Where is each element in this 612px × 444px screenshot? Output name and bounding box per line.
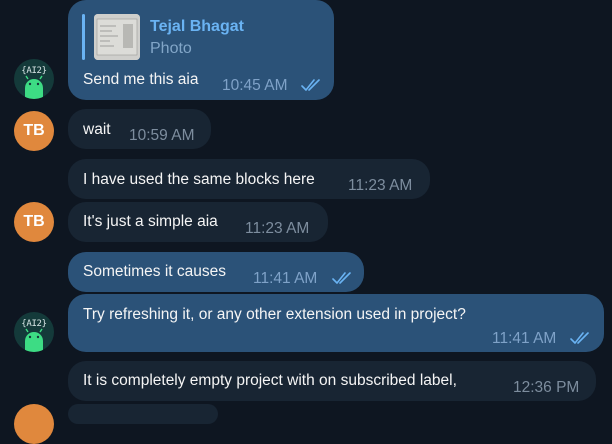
android-robot-icon bbox=[25, 75, 43, 99]
reply-photo-thumbnail[interactable] bbox=[94, 14, 140, 60]
message-timestamp: 11:41 AM bbox=[253, 270, 318, 287]
message-timestamp: 11:23 AM bbox=[245, 220, 310, 237]
message-bubble-incoming[interactable] bbox=[68, 404, 218, 424]
reply-media-label: Photo bbox=[150, 40, 192, 57]
message-bubble-outgoing[interactable]: Sometimes it causes 11:41 AM bbox=[68, 252, 364, 292]
android-robot-icon bbox=[25, 328, 43, 352]
message-timestamp: 12:36 PM bbox=[513, 379, 580, 396]
message-bubble-incoming[interactable]: wait 10:59 AM bbox=[68, 109, 211, 149]
message-timestamp: 10:45 AM bbox=[222, 77, 288, 94]
avatar-tb[interactable]: TB bbox=[14, 111, 54, 151]
avatar-tb[interactable]: TB bbox=[14, 202, 54, 242]
message-text: It's just a simple aia bbox=[83, 213, 218, 230]
avatar-tb[interactable] bbox=[14, 404, 54, 444]
avatar-ai2[interactable]: {AI2} bbox=[14, 59, 54, 99]
double-check-icon bbox=[332, 272, 351, 284]
message-bubble-incoming[interactable]: I have used the same blocks here 11:23 A… bbox=[68, 159, 430, 199]
double-check-icon bbox=[570, 332, 589, 344]
message-bubble-outgoing[interactable]: Try refreshing it, or any other extensio… bbox=[68, 294, 604, 352]
message-timestamp: 10:59 AM bbox=[129, 127, 195, 144]
message-timestamp: 11:23 AM bbox=[348, 177, 413, 194]
message-bubble-outgoing[interactable]: Tejal Bhagat Photo Send me this aia 10:4… bbox=[68, 0, 334, 100]
message-text: Sometimes it causes bbox=[83, 263, 226, 280]
message-bubble-incoming[interactable]: It's just a simple aia 11:23 AM bbox=[68, 202, 328, 242]
message-text: I have used the same blocks here bbox=[83, 171, 315, 188]
message-text: wait bbox=[83, 121, 111, 138]
reply-accent-bar bbox=[82, 14, 85, 60]
reply-sender-name: Tejal Bhagat bbox=[150, 18, 244, 35]
message-text: It is completely empty project with on s… bbox=[83, 372, 457, 389]
message-timestamp: 11:41 AM bbox=[492, 330, 557, 347]
avatar-ai2[interactable]: {AI2} bbox=[14, 312, 54, 352]
message-bubble-incoming[interactable]: It is completely empty project with on s… bbox=[68, 361, 596, 401]
message-text: Send me this aia bbox=[83, 71, 199, 88]
message-text: Try refreshing it, or any other extensio… bbox=[83, 306, 466, 323]
double-check-icon bbox=[301, 79, 320, 91]
